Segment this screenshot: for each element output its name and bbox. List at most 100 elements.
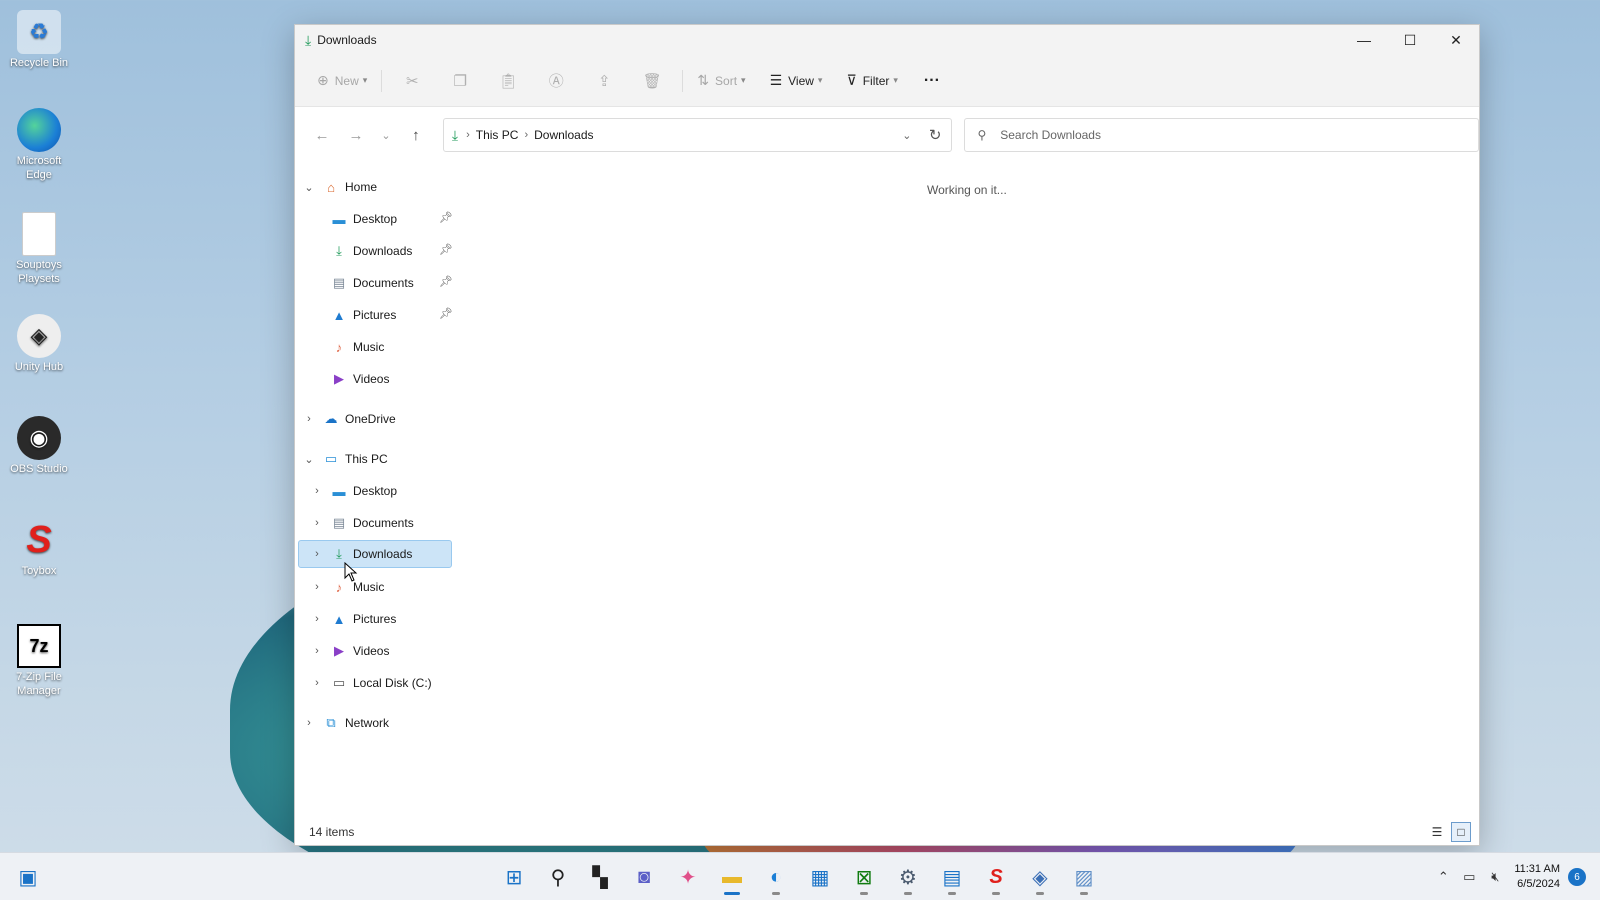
nav-network[interactable]: › ⧉ Network: [301, 709, 389, 737]
search-button[interactable]: ⚲: [542, 861, 574, 893]
nav-home-documents[interactable]: ▤ Documents 📌︎: [331, 269, 453, 297]
close-button[interactable]: ✕: [1433, 25, 1479, 55]
download-icon: ⤓: [451, 126, 459, 143]
tiles-view-button[interactable]: □: [1451, 822, 1471, 842]
taskbar-edge[interactable]: ◐: [760, 861, 792, 895]
rename-button[interactable]: Ⓐ: [532, 70, 580, 91]
details-view-button[interactable]: ☰: [1427, 822, 1447, 842]
back-button[interactable]: ←: [305, 127, 339, 144]
nav-home-desktop[interactable]: ▬ Desktop 📌︎: [331, 205, 453, 233]
copy-button[interactable]: ❐: [436, 72, 484, 90]
tiles-icon: □: [1457, 825, 1465, 839]
cut-button[interactable]: ✂: [388, 72, 436, 90]
desktop-icon-edge[interactable]: Microsoft Edge: [4, 108, 74, 182]
desktop-icon-souptoys[interactable]: Souptoys Playsets: [4, 212, 74, 286]
search-input[interactable]: Search Downloads: [1000, 128, 1101, 142]
chevron-right-icon[interactable]: ›: [309, 645, 325, 657]
nav-home[interactable]: ⌄ ⌂ Home: [301, 173, 377, 201]
desktop-icon-toybox[interactable]: S Toybox: [4, 518, 74, 578]
chevron-right-icon[interactable]: ›: [309, 517, 325, 529]
chevron-right-icon[interactable]: ›: [309, 581, 325, 593]
nav-thispc-downloads[interactable]: › ⤓ Downloads: [298, 540, 452, 568]
nav-home-downloads[interactable]: ⤓ Downloads 📌︎: [331, 237, 453, 265]
desktop-icon-obs[interactable]: ◉ OBS Studio: [4, 416, 74, 476]
share-button[interactable]: ⇪: [580, 72, 628, 90]
item-count: 14 items: [309, 825, 355, 839]
chevron-down-icon: ▾: [362, 75, 368, 85]
nav-thispc-videos[interactable]: › ▶ Videos: [309, 637, 389, 665]
chevron-right-icon[interactable]: ›: [309, 548, 325, 560]
start-button[interactable]: ⊞: [498, 861, 530, 893]
network-status-button[interactable]: ▭: [1456, 869, 1482, 885]
title-bar[interactable]: ⤓ Downloads — ☐ ✕: [295, 25, 1479, 55]
taskbar-notepad[interactable]: ▤: [936, 861, 968, 895]
desktop-icon-7zip[interactable]: 7z 7-Zip File Manager: [4, 624, 74, 698]
task-view-button[interactable]: ▚: [584, 861, 616, 893]
maximize-button[interactable]: ☐: [1387, 25, 1433, 55]
copilot-button[interactable]: ✦: [672, 861, 704, 893]
sort-button[interactable]: ⇅ Sort ▾: [689, 65, 753, 97]
chat-button[interactable]: ◙: [628, 861, 660, 893]
nav-home-pictures[interactable]: ▲ Pictures 📌︎: [331, 301, 453, 329]
recent-locations-button[interactable]: ⌄: [373, 129, 399, 142]
nav-thispc-pictures[interactable]: › ▲ Pictures: [309, 605, 396, 633]
chevron-down-icon[interactable]: ⌄: [301, 453, 317, 466]
up-button[interactable]: ↑: [399, 127, 433, 144]
pin-icon[interactable]: 📌︎: [439, 243, 453, 256]
address-dropdown-icon[interactable]: ⌄: [902, 129, 911, 142]
pin-icon[interactable]: 📌︎: [439, 307, 453, 320]
nav-label: Videos: [353, 644, 390, 658]
forward-button[interactable]: →: [339, 127, 373, 144]
taskbar-file-explorer[interactable]: ▬: [716, 861, 748, 895]
view-icon: ☰: [769, 72, 783, 88]
new-button[interactable]: ⊕ New ▾: [309, 65, 375, 97]
refresh-icon[interactable]: ↻: [929, 126, 942, 144]
chevron-right-icon[interactable]: ›: [301, 413, 317, 425]
nav-home-music[interactable]: ♪ Music: [331, 333, 385, 361]
minimize-button[interactable]: —: [1341, 25, 1387, 55]
videos-icon: ▶: [334, 371, 344, 386]
nav-thispc-documents[interactable]: › ▤ Documents: [309, 509, 414, 537]
taskbar-settings[interactable]: ⚙: [892, 861, 924, 895]
chevron-right-icon[interactable]: ›: [309, 613, 325, 625]
taskbar-app[interactable]: ◈: [1024, 861, 1056, 895]
filter-button[interactable]: ⊽ Filter ▾: [838, 65, 905, 97]
breadcrumb-downloads[interactable]: Downloads: [534, 128, 593, 142]
chevron-right-icon[interactable]: ›: [309, 677, 325, 689]
nav-this-pc[interactable]: ⌄ ▭ This PC: [301, 445, 387, 473]
network-icon: ⧉: [326, 715, 336, 730]
copilot-icon: ✦: [679, 866, 697, 889]
pin-icon[interactable]: 📌︎: [439, 275, 453, 288]
pin-icon[interactable]: 📌︎: [439, 211, 453, 224]
nav-onedrive[interactable]: › ☁ OneDrive: [301, 405, 396, 433]
chevron-down-icon[interactable]: ⌄: [301, 181, 317, 194]
notification-badge[interactable]: 6: [1568, 868, 1586, 886]
widgets-button[interactable]: ▣: [12, 861, 44, 893]
taskbar-photos[interactable]: ▨: [1068, 861, 1100, 895]
windows-logo-icon: ⊞: [505, 866, 523, 889]
nav-thispc-desktop[interactable]: › ▬ Desktop: [309, 477, 397, 505]
chevron-right-icon[interactable]: ›: [309, 485, 325, 497]
taskbar-store[interactable]: ▦: [804, 861, 836, 893]
delete-button[interactable]: 🗑︎: [628, 72, 676, 90]
clock[interactable]: 11:31 AM 6/5/2024: [1514, 862, 1560, 892]
taskbar-xbox[interactable]: ⊠: [848, 861, 880, 895]
drive-icon: ▭: [332, 675, 346, 690]
chevron-right-icon[interactable]: ›: [301, 717, 317, 729]
explorer-body: ⌄ ⌂ Home ▬ Desktop 📌︎ ⤓ Downloads 📌︎ ▤ D…: [295, 163, 1479, 819]
desktop-icon-recycle-bin[interactable]: ♻ Recycle Bin: [4, 10, 74, 70]
search-box[interactable]: ⚲ Search Downloads: [964, 118, 1480, 152]
volume-button[interactable]: 🔇︎: [1482, 869, 1508, 885]
view-button[interactable]: ☰ View ▾: [762, 65, 831, 97]
taskbar-toybox[interactable]: S: [980, 861, 1012, 895]
more-options-button[interactable]: ···: [916, 65, 948, 97]
breadcrumb-this-pc[interactable]: This PC: [476, 128, 519, 142]
notepad-icon: ▤: [942, 866, 962, 889]
show-hidden-icons-button[interactable]: ⌃: [1430, 869, 1456, 885]
address-bar[interactable]: ⤓ › This PC › Downloads ⌄ ↻: [442, 118, 953, 152]
paste-button[interactable]: 📋︎: [484, 72, 532, 90]
nav-thispc-local-disk[interactable]: › ▭ Local Disk (C:): [309, 669, 432, 697]
clock-date: 6/5/2024: [1517, 878, 1560, 890]
desktop-icon-unity-hub[interactable]: ◈ Unity Hub: [4, 314, 74, 374]
nav-home-videos[interactable]: ▶ Videos: [331, 365, 389, 393]
